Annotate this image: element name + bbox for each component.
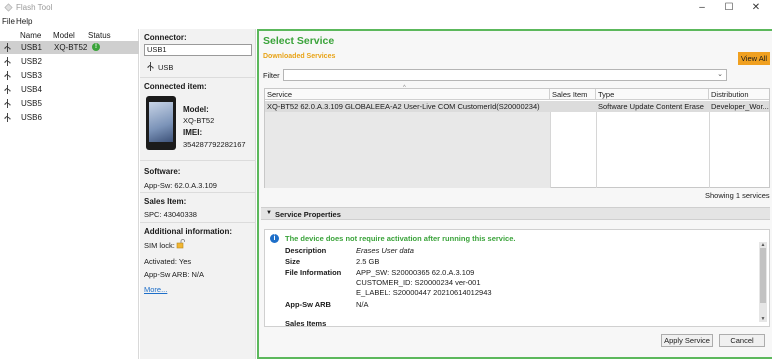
service-properties-title: Service Properties	[275, 210, 341, 219]
maximize-button[interactable]: ☐	[722, 2, 736, 14]
device-row-usb2[interactable]: USB2	[0, 55, 139, 68]
column-header-type[interactable]: Type	[596, 89, 709, 100]
device-row-usb6[interactable]: USB6	[0, 111, 139, 124]
services-table: ^ Service Sales Item Type Distribution X…	[264, 85, 770, 188]
divider	[140, 192, 256, 193]
imei-label: IMEI:	[183, 128, 203, 137]
device-row-usb4[interactable]: USB4	[0, 83, 139, 96]
connector-type: USB	[158, 63, 174, 72]
column-header-model[interactable]: Model	[53, 31, 75, 40]
arb-label: App-Sw ARB	[285, 300, 331, 309]
window-title: Flash Tool	[16, 3, 53, 12]
device-list: Name Model Status USB1 XQ-BT52 ! USB2 US…	[0, 29, 139, 359]
title-bar: Flash Tool – ☐ ✕	[0, 0, 772, 16]
phone-image	[146, 96, 176, 150]
description-label: Description	[285, 246, 327, 255]
cancel-button[interactable]: Cancel	[719, 334, 765, 347]
service-name-cell: XQ-BT52 62.0.A.3.109 GLOBALEEA-A2 User-L…	[267, 102, 540, 111]
device-port: USB4	[21, 85, 42, 94]
sales-item-value: SPC: 43040338	[144, 210, 197, 219]
scroll-down-icon[interactable]: ▼	[759, 316, 767, 322]
device-port: USB6	[21, 113, 42, 122]
file-info-line: CUSTOMER_ID: S20000234 ver-001	[356, 278, 481, 287]
device-port: USB3	[21, 71, 42, 80]
table-row[interactable]: XQ-BT52 62.0.A.3.109 GLOBALEEA-A2 User-L…	[265, 101, 769, 112]
collapse-arrow-icon[interactable]: ▼	[266, 210, 272, 216]
divider	[140, 222, 256, 223]
usb-icon	[4, 57, 11, 66]
unlock-icon	[176, 239, 185, 249]
column-header-name[interactable]: Name	[20, 31, 41, 40]
activated-status: Activated: Yes	[144, 257, 192, 266]
sales-item-label: Sales Item:	[144, 197, 187, 206]
software-label: Software:	[144, 167, 181, 176]
file-info-label: File Information	[285, 268, 342, 277]
usb-icon	[4, 113, 11, 122]
close-button[interactable]: ✕	[749, 2, 763, 14]
sales-items-label: Sales Items	[285, 319, 327, 328]
chevron-down-icon[interactable]: ⌄	[717, 70, 723, 78]
connected-item-label: Connected item:	[144, 82, 207, 91]
menu-help[interactable]: Help	[16, 17, 32, 26]
device-row-usb1[interactable]: USB1 XQ-BT52 !	[0, 41, 139, 54]
app-logo-icon	[4, 3, 13, 12]
more-link[interactable]: More...	[144, 285, 167, 294]
distribution-cell: Developer_Wor...	[711, 102, 769, 111]
file-info-line: E_LABEL: S20000447 20210614012943	[356, 288, 492, 297]
file-info-line: APP_SW: S20000365 62.0.A.3.109	[356, 268, 475, 277]
usb-icon	[4, 43, 11, 52]
device-details-panel: Connector: USB1 USB Connected item: Mode…	[140, 29, 256, 359]
column-header-sales-item[interactable]: Sales Item	[550, 89, 596, 100]
additional-info-label: Additional information:	[144, 227, 232, 236]
connector-label: Connector:	[144, 33, 187, 42]
properties-scrollbar[interactable]: ▲ ▼	[759, 242, 767, 322]
connector-field[interactable]: USB1	[144, 44, 252, 56]
service-properties-header[interactable]: ▼ Service Properties	[261, 207, 770, 220]
model-value: XQ-BT52	[183, 116, 215, 125]
device-port: USB5	[21, 99, 42, 108]
scroll-thumb[interactable]	[760, 248, 766, 303]
model-label: Model:	[183, 105, 209, 114]
apply-service-button[interactable]: Apply Service	[661, 334, 713, 347]
usb-icon	[4, 71, 11, 80]
arb-status: App-Sw ARB: N/A	[144, 270, 205, 279]
usb-icon	[147, 62, 154, 71]
column-header-service[interactable]: Service	[265, 89, 550, 100]
divider	[140, 160, 256, 161]
arb-value: N/A	[356, 300, 369, 309]
type-cell: Software Update Content Erase	[598, 102, 704, 111]
minimize-button[interactable]: –	[695, 2, 709, 14]
size-label: Size	[285, 257, 301, 266]
sim-lock-label: SIM lock:	[144, 241, 175, 250]
column-header-status[interactable]: Status	[88, 31, 111, 40]
usb-icon	[4, 85, 11, 94]
menu-bar: File Help	[0, 16, 772, 29]
usb-icon	[4, 99, 11, 108]
service-properties-box: i The device does not require activation…	[264, 229, 770, 328]
device-row-usb5[interactable]: USB5	[0, 97, 139, 110]
menu-file[interactable]: File	[2, 17, 15, 26]
description-value: Erases User data	[356, 246, 414, 255]
imei-value: 354287792282167	[183, 140, 246, 149]
status-ok-icon: !	[92, 43, 100, 51]
filter-input[interactable]: ⌄	[283, 69, 727, 81]
software-value: App-Sw: 62.0.A.3.109	[144, 181, 217, 190]
size-value: 2.5 GB	[356, 257, 380, 266]
downloaded-services-label: Downloaded Services	[263, 53, 336, 60]
activation-message: The device does not require activation a…	[285, 234, 516, 243]
column-header-distribution[interactable]: Distribution	[709, 89, 769, 100]
filter-label: Filter	[263, 71, 280, 80]
service-panel: Select Service Downloaded Services View …	[257, 29, 772, 359]
device-model: XQ-BT52	[54, 43, 88, 52]
info-icon: i	[270, 234, 279, 243]
page-title: Select Service	[263, 35, 335, 47]
device-port: USB1	[21, 43, 42, 52]
device-port: USB2	[21, 57, 42, 66]
view-all-button[interactable]: View All	[738, 52, 770, 65]
services-count: Showing 1 services	[705, 191, 770, 200]
device-row-usb3[interactable]: USB3	[0, 69, 139, 82]
sales-item-cell	[550, 101, 596, 112]
divider	[140, 77, 256, 78]
